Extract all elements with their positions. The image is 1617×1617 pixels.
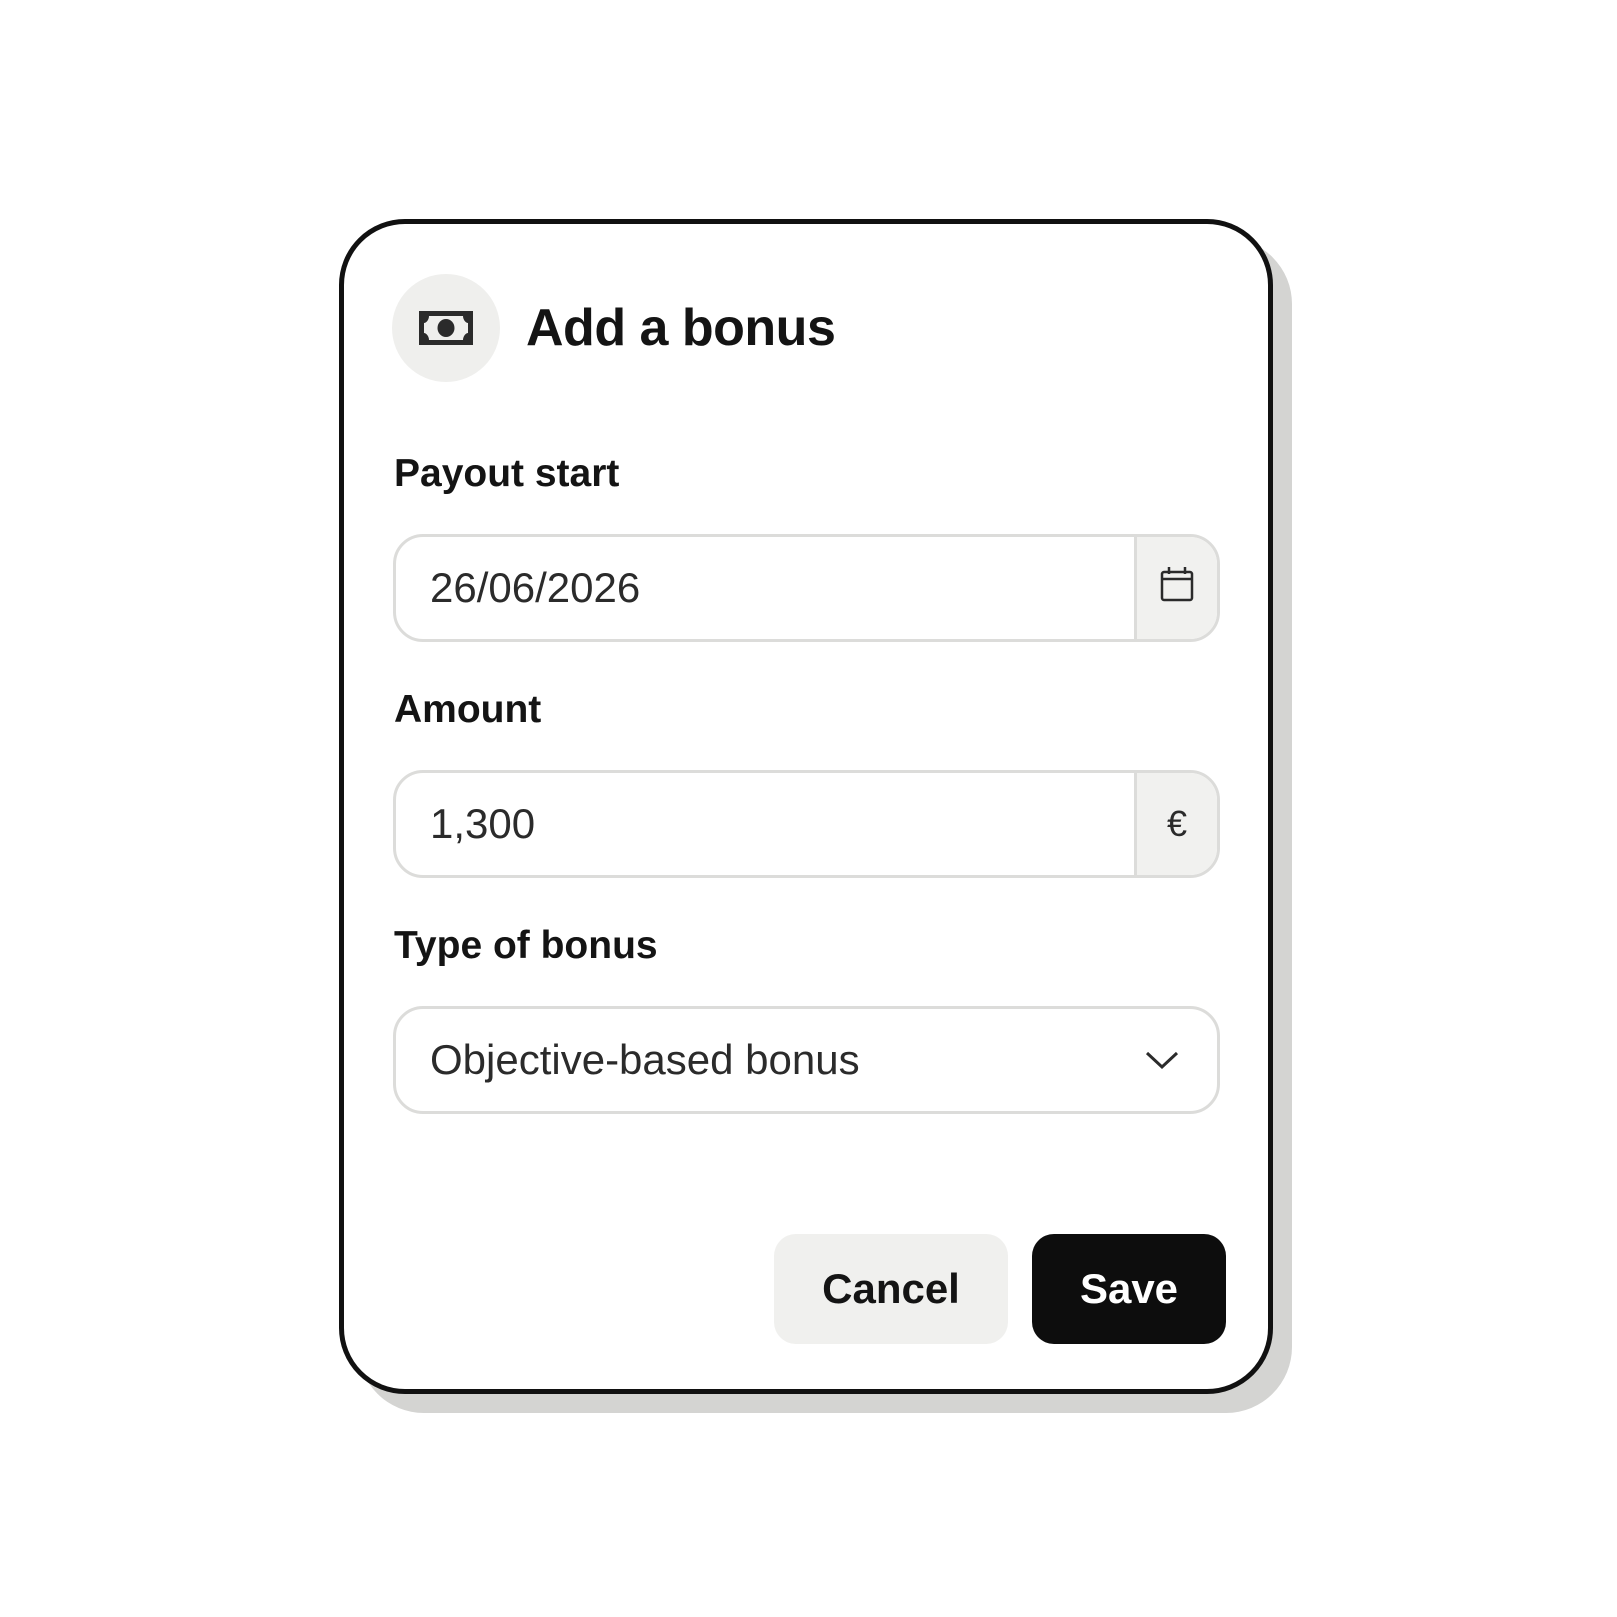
dialog-title: Add a bonus: [526, 299, 836, 357]
bonus-type-label: Type of bonus: [394, 924, 658, 967]
payout-start-value[interactable]: 26/06/2026: [396, 537, 1134, 639]
add-bonus-dialog: Add a bonus Payout start 26/06/2026 Amou…: [339, 219, 1273, 1394]
calendar-icon: [1160, 566, 1194, 611]
amount-field[interactable]: 1,300 €: [393, 770, 1220, 878]
banknote-icon: [392, 274, 500, 382]
amount-label: Amount: [394, 688, 542, 731]
amount-value[interactable]: 1,300: [396, 773, 1134, 875]
bonus-type-selected[interactable]: Objective-based bonus: [396, 1009, 1107, 1111]
chevron-down-icon[interactable]: [1107, 1009, 1217, 1111]
dialog-header: Add a bonus: [392, 274, 836, 382]
calendar-button[interactable]: [1134, 537, 1217, 639]
bonus-type-select[interactable]: Objective-based bonus: [393, 1006, 1220, 1114]
payout-start-field[interactable]: 26/06/2026: [393, 534, 1220, 642]
currency-addon: €: [1134, 773, 1217, 875]
save-button[interactable]: Save: [1032, 1234, 1226, 1344]
cancel-button[interactable]: Cancel: [774, 1234, 1008, 1344]
payout-start-label: Payout start: [394, 452, 620, 495]
